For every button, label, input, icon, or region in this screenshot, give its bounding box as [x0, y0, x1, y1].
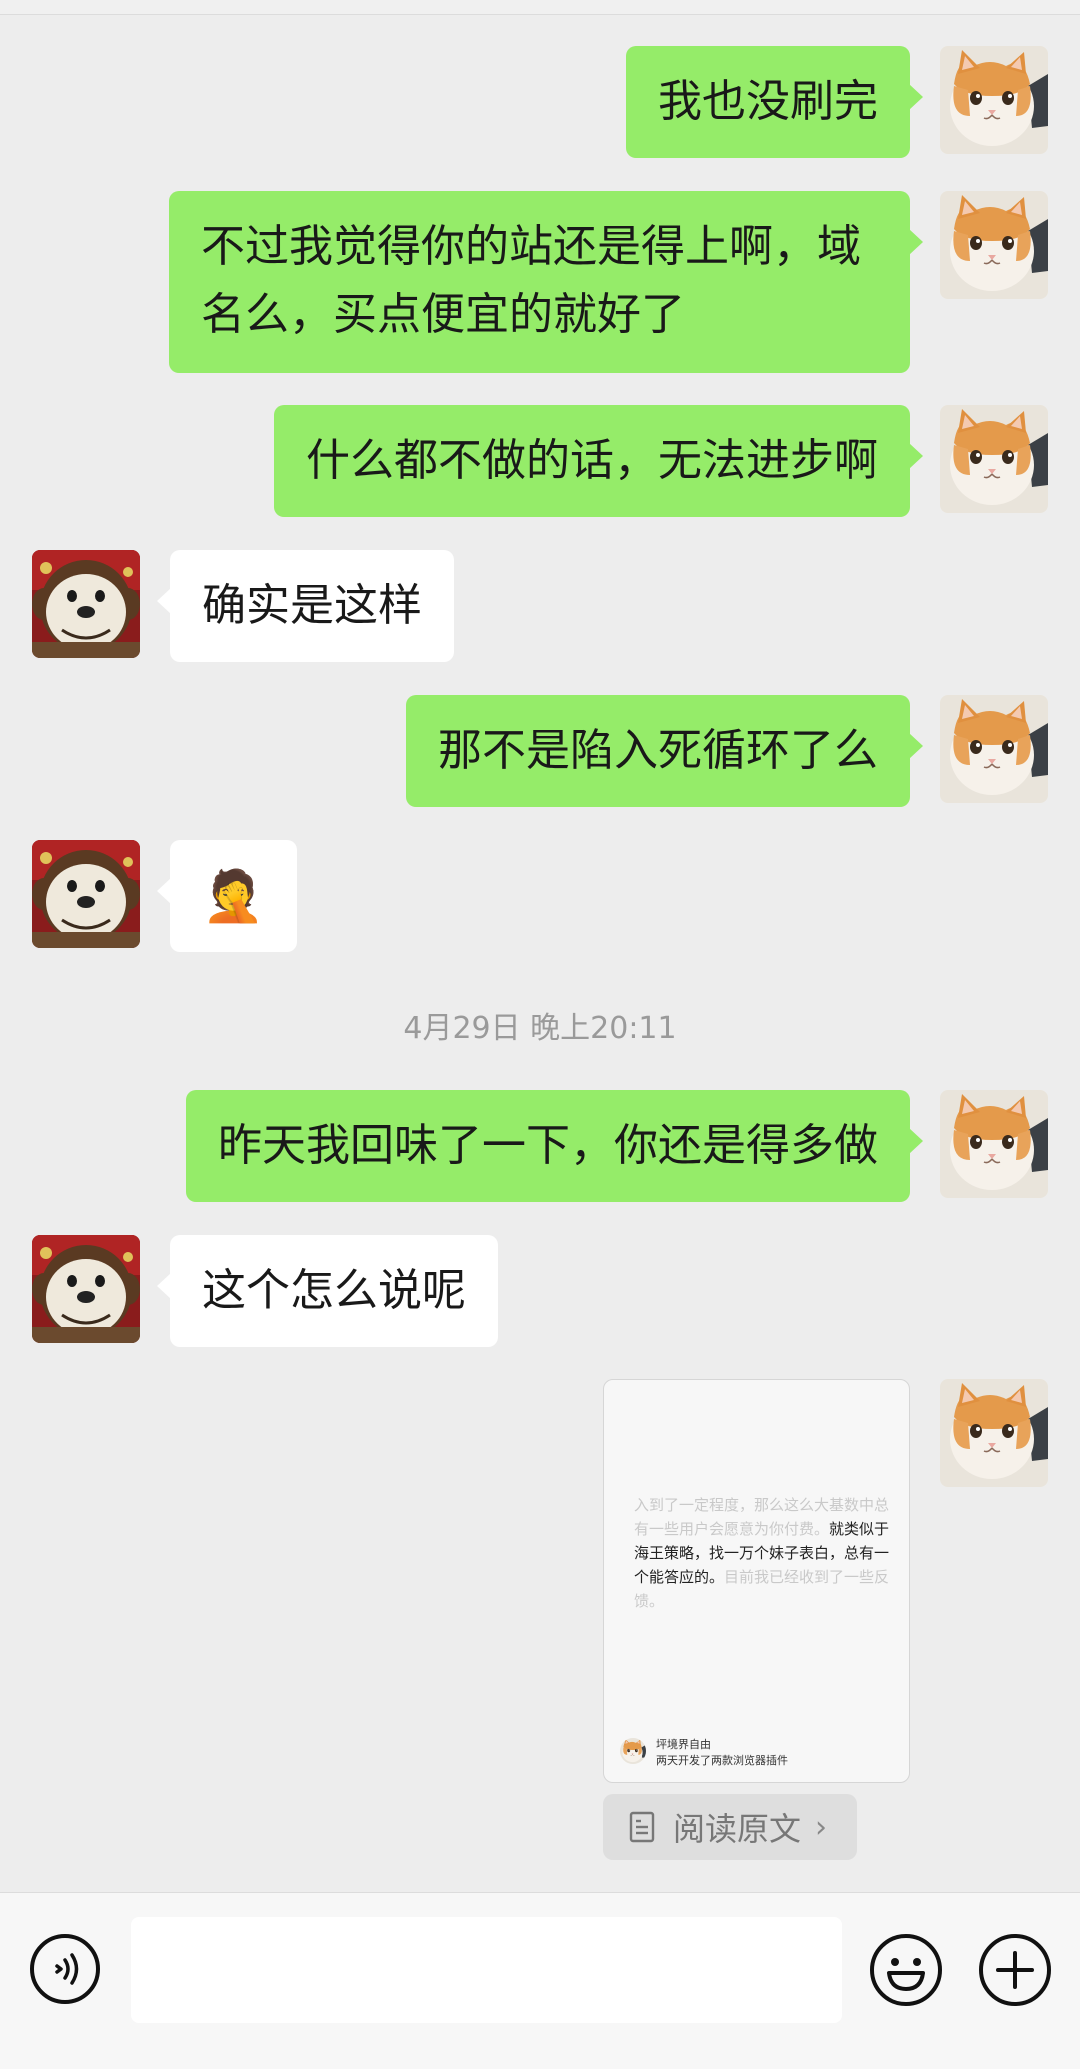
message-text: 我也没刷完	[658, 76, 878, 127]
my-avatar[interactable]	[940, 405, 1048, 513]
message-text: 这个怎么说呢	[202, 1265, 466, 1316]
message-bubble-sent[interactable]: 昨天我回味了一下，你还是得多做	[186, 1090, 923, 1202]
read-original-button[interactable]: 阅读原文 ›	[603, 1794, 857, 1860]
shared-article-card[interactable]: 入到了一定程度，那么这么大基数中总有一些用户会愿意为你付费。就类似于海王策略，找…	[603, 1379, 910, 1783]
plus-icon[interactable]	[978, 1933, 1052, 2007]
voice-icon[interactable]	[29, 1933, 101, 2005]
message-text: 那不是陷入死循环了么	[438, 725, 878, 776]
read-original-label: 阅读原文	[673, 1810, 802, 1848]
message-text: 什么都不做的话，无法进步啊	[306, 435, 878, 486]
contact-avatar[interactable]	[32, 840, 140, 948]
message-text-line: 名么，买点便宜的就好了	[201, 289, 685, 340]
message-text-line: 不过我觉得你的站还是得上啊，域	[201, 221, 861, 272]
message-bubble-received[interactable]: 确实是这样	[157, 550, 454, 662]
message-text: 确实是这样	[202, 580, 422, 631]
message-bubble-sent[interactable]: 什么都不做的话，无法进步啊	[274, 405, 923, 517]
chevron-right-icon: ›	[815, 1809, 828, 1845]
facepalm-emoji: 🤦	[202, 867, 265, 925]
my-avatar[interactable]	[940, 1090, 1048, 1198]
emoji-icon[interactable]	[869, 1933, 943, 2007]
message-bubble-sent[interactable]: 不过我觉得你的站还是得上啊，域 名么，买点便宜的就好了	[169, 191, 923, 373]
contact-avatar[interactable]	[32, 550, 140, 658]
author-name: 坪境界自由	[656, 1738, 711, 1751]
chat-timestamp: 4月29日 晚上20:11	[403, 1011, 677, 1046]
message-bubble-sent[interactable]: 那不是陷入死循环了么	[406, 695, 923, 807]
author-avatar	[620, 1738, 646, 1764]
my-avatar[interactable]	[940, 46, 1048, 154]
document-icon	[629, 1811, 655, 1843]
top-divider	[0, 0, 1080, 15]
chat-input-bar	[0, 1892, 1080, 2069]
message-text: 昨天我回味了一下，你还是得多做	[218, 1120, 878, 1171]
article-excerpt: 入到了一定程度，那么这么大基数中总有一些用户会愿意为你付费。就类似于海王策略，找…	[634, 1493, 894, 1613]
article-subtitle: 两天开发了两款浏览器插件	[656, 1754, 788, 1767]
my-avatar[interactable]	[940, 695, 1048, 803]
message-input[interactable]	[131, 1917, 842, 2023]
my-avatar[interactable]	[940, 1379, 1048, 1487]
message-bubble-sent[interactable]: 我也没刷完	[626, 46, 923, 158]
contact-avatar[interactable]	[32, 1235, 140, 1343]
message-bubble-received[interactable]: 🤦	[157, 840, 297, 952]
message-bubble-received[interactable]: 这个怎么说呢	[157, 1235, 498, 1347]
my-avatar[interactable]	[940, 191, 1048, 299]
